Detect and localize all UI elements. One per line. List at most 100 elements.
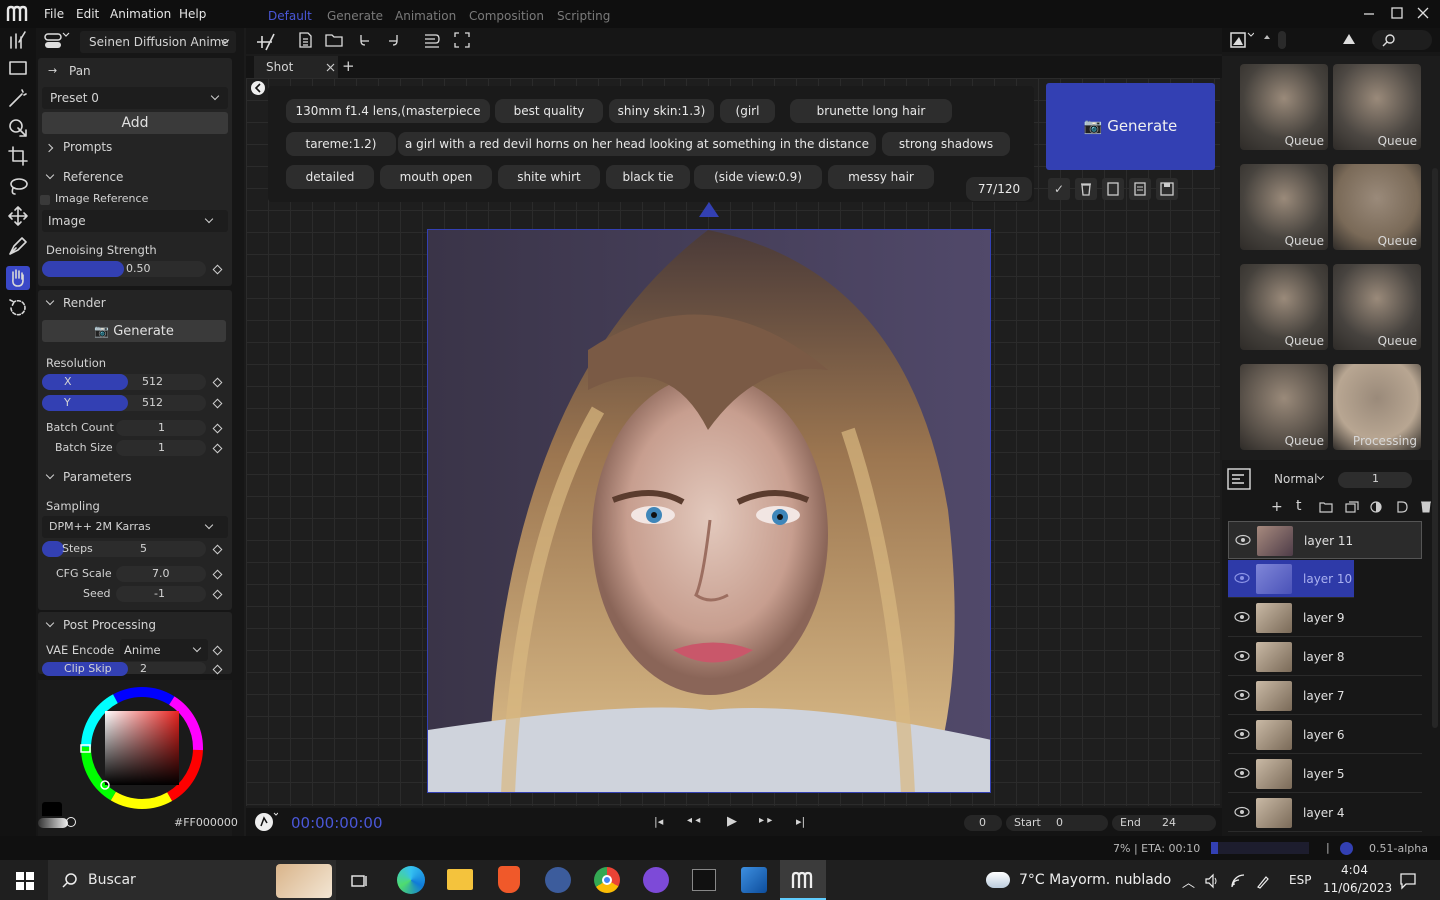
menu-edit[interactable]: Edit — [76, 7, 99, 21]
seed-field[interactable]: -1 — [116, 586, 206, 602]
generate-button-small[interactable]: 📷 Generate — [42, 320, 226, 342]
prompt-tag[interactable]: black tie — [606, 165, 690, 189]
hand-tool[interactable] — [6, 266, 30, 290]
bookmark-icon[interactable] — [1102, 178, 1124, 200]
queue-thumbnail[interactable]: Queue — [1240, 164, 1328, 250]
image-reference-checkbox[interactable] — [40, 195, 50, 205]
text-layer-icon[interactable]: t — [1296, 498, 1302, 514]
menu-animation[interactable]: Animation — [110, 7, 171, 21]
prompt-tag[interactable]: 130mm f1.4 lens,(masterpiece — [286, 99, 490, 123]
play-icon[interactable]: ▶ — [727, 814, 737, 829]
speaker-icon[interactable] — [1204, 873, 1220, 889]
keyframe-icon[interactable] — [212, 645, 223, 656]
prompt-tag[interactable]: messy hair — [828, 165, 934, 189]
end-field[interactable]: End 24 — [1112, 815, 1216, 831]
rotate-tool[interactable] — [6, 296, 30, 320]
cfg-scale-field[interactable]: 7.0 — [116, 566, 206, 582]
prompt-tag[interactable]: (side view:0.9) — [694, 165, 822, 189]
generated-image[interactable] — [427, 229, 991, 793]
batch-count-field[interactable]: 1 — [116, 420, 206, 436]
tray-chevron-icon[interactable]: ︿ — [1182, 872, 1195, 891]
preset-select[interactable]: Preset 0 — [42, 87, 228, 109]
weather-icon[interactable] — [986, 872, 1010, 888]
lasso-tool[interactable] — [6, 174, 30, 198]
generate-button[interactable]: 📷 Generate — [1046, 83, 1215, 170]
minimize-icon[interactable] — [1362, 6, 1376, 20]
clip-skip-slider[interactable]: Clip Skip 2 — [42, 662, 206, 676]
keyframe-icon[interactable] — [212, 664, 223, 675]
skip-end-icon[interactable]: ▸| — [796, 815, 805, 828]
layer-row[interactable]: layer 6 — [1228, 716, 1422, 754]
prompt-tag[interactable]: (girl — [720, 99, 775, 123]
prompt-tag[interactable]: brunette long hair — [790, 99, 952, 123]
alpha-slider[interactable] — [38, 818, 68, 828]
queue-thumbnail[interactable]: Processing — [1333, 364, 1421, 450]
prompt-tag[interactable]: detailed — [286, 165, 374, 189]
denoising-strength-slider[interactable]: 0.50 — [42, 261, 206, 277]
close-icon[interactable] — [1416, 6, 1430, 20]
chevron-right-icon[interactable] — [44, 143, 54, 153]
image-select[interactable]: Image — [42, 210, 228, 232]
vae-encode-select[interactable]: Anime — [120, 639, 208, 661]
prompt-tag[interactable]: mouth open — [380, 165, 492, 189]
model-select[interactable]: Seinen Diffusion Anime — [80, 31, 236, 53]
delete-layer-icon[interactable] — [1420, 500, 1432, 514]
frame-field[interactable]: 0 — [964, 815, 1002, 831]
step-forward-icon[interactable]: ▸ ▸ — [759, 815, 772, 826]
chevron-down-icon[interactable] — [45, 470, 55, 480]
keyframe-icon[interactable] — [212, 569, 223, 580]
start-field[interactable]: Start 0 — [1006, 815, 1108, 831]
trash-icon[interactable] — [1075, 178, 1097, 200]
prompts-section-title[interactable]: Prompts — [63, 140, 112, 154]
queue-thumbnail[interactable]: Queue — [1333, 164, 1421, 250]
color-wheel[interactable] — [78, 684, 206, 812]
parameters-section-title[interactable]: Parameters — [63, 470, 132, 484]
pen-tray-icon[interactable] — [1256, 873, 1272, 889]
prompt-tag[interactable]: strong shadows — [882, 132, 1010, 156]
opacity-field[interactable]: 1 — [1338, 472, 1412, 488]
frame-anchor-icon[interactable] — [697, 200, 721, 218]
fullscreen-icon[interactable] — [453, 31, 471, 49]
flip-icon[interactable] — [422, 31, 442, 49]
prompt-tag[interactable]: best quality — [495, 99, 603, 123]
maximize-icon[interactable] — [1390, 6, 1404, 20]
render-section-title[interactable]: Render — [63, 296, 106, 310]
queue-scrollbar-mini[interactable] — [1278, 31, 1286, 49]
canvas[interactable]: 130mm f1.4 lens,(masterpiece best qualit… — [246, 78, 1220, 806]
collapse-prompt-icon[interactable] — [250, 80, 266, 96]
rectangle-tool[interactable] — [6, 56, 30, 80]
windows-start-icon[interactable] — [16, 872, 34, 890]
reference-section-title[interactable]: Reference — [63, 170, 123, 184]
brave-icon[interactable] — [498, 866, 520, 893]
menu-help[interactable]: Help — [179, 7, 206, 21]
layer-row[interactable]: layer 4 — [1228, 794, 1422, 832]
weather-text[interactable]: 7°C Mayorm. nublado — [1019, 872, 1171, 888]
visibility-eye-icon[interactable] — [1234, 611, 1250, 626]
timeline-menu-icon[interactable] — [254, 811, 278, 833]
resolution-y-field[interactable]: Y 512 — [42, 395, 206, 411]
edge-icon[interactable] — [397, 866, 425, 894]
workspace-tab-generate[interactable]: Generate — [327, 9, 383, 23]
keyframe-icon[interactable] — [212, 377, 223, 388]
keyframe-icon[interactable] — [212, 398, 223, 409]
magic-wand-tool[interactable] — [6, 86, 30, 110]
discord-icon[interactable] — [643, 867, 669, 893]
machine-app-taskbar-button[interactable] — [780, 860, 826, 900]
check-icon[interactable]: ✓ — [1048, 178, 1070, 200]
upload-icon[interactable] — [1343, 34, 1355, 44]
save-icon[interactable] — [1156, 178, 1178, 200]
resolution-x-field[interactable]: X 512 — [42, 374, 206, 390]
menu-file[interactable]: File — [44, 7, 64, 21]
keyframe-icon[interactable] — [212, 443, 223, 454]
gallery-icon[interactable] — [1228, 30, 1254, 50]
visibility-eye-icon[interactable] — [1234, 767, 1250, 782]
notifications-icon[interactable] — [1399, 872, 1417, 890]
workspace-tab-animation[interactable]: Animation — [395, 9, 456, 23]
queue-thumbnail[interactable]: Queue — [1240, 264, 1328, 350]
prompt-tag[interactable]: a girl with a red devil horns on her hea… — [398, 132, 876, 156]
workspace-tab-scripting[interactable]: Scripting — [557, 9, 610, 23]
layer-row[interactable]: layer 8 — [1228, 638, 1422, 676]
brush-tool[interactable] — [6, 28, 30, 52]
task-view-icon[interactable] — [350, 872, 368, 890]
chevron-down-icon[interactable] — [45, 296, 55, 306]
